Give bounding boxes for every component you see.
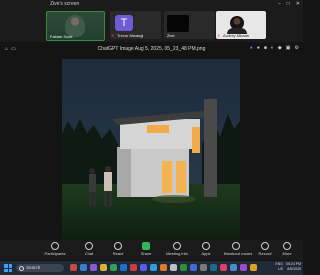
teams-icon[interactable] [140,264,147,271]
app-icon[interactable] [220,264,227,271]
meeting-toolbar: Participants Chat React Share Meeting in… [0,240,303,260]
app-icon[interactable] [180,264,187,271]
share-icon [142,242,150,250]
sync-icon[interactable]: ◐ [271,45,274,51]
meeting-info-button[interactable]: Meeting info [165,241,189,257]
folder-icon[interactable] [100,264,107,271]
language-indicator[interactable]: ENG US [275,262,283,272]
app-icon[interactable] [240,264,247,271]
chat-icon [85,242,93,250]
share-right-tools: ● ● ■ ◐ ◆ ▣ ⚙ [250,45,299,51]
meeting-info-label: Meeting info [166,251,188,256]
react-label: React [112,251,124,256]
more-icon [283,242,291,250]
browser-icon[interactable] [120,264,127,271]
windows-taskbar: Search ENG US 05:24 PM 8/5/2025 [0,261,303,275]
shield-icon[interactable]: ● [250,45,253,51]
mic-muted-icon: ✕ [111,33,115,38]
system-clock[interactable]: 05:24 PM 8/5/2025 [286,262,301,272]
more-label: More [282,251,292,256]
avatar: T [115,15,133,31]
share-label: Share [140,251,152,256]
info-icon [173,242,181,250]
app-icon[interactable] [80,264,87,271]
participant-tile[interactable]: Fabian Scott [46,11,105,41]
share-button[interactable]: Share [134,241,158,257]
breakout-rooms-label: Breakout rooms [224,251,253,256]
apps-icon [202,242,210,250]
participant-name: Zive [167,33,175,38]
chat-label: Chat [84,251,94,256]
chat-icon[interactable]: ▣ [286,45,291,51]
search-placeholder: Search [26,265,41,270]
participants-button[interactable]: Participants [43,241,67,257]
participant-tile[interactable]: T ✕ Trevor Mwangi [110,11,161,39]
app-icon[interactable] [160,264,167,271]
app-icon[interactable] [190,264,197,271]
app-icon[interactable] [150,264,157,271]
mic-icon[interactable]: ● [257,45,260,51]
start-button[interactable] [4,264,12,272]
apps-button[interactable]: Apps [194,241,218,257]
app-icon[interactable] [250,264,257,271]
participants-icon [51,242,59,250]
app-icon[interactable] [210,264,217,271]
taskbar-search[interactable]: Search [16,264,64,272]
title-row: Zive's screen – □ ✕ [0,0,303,9]
participant-name: Fabian Scott [50,34,73,39]
app-icon[interactable] [170,264,177,271]
react-button[interactable]: React [106,241,130,257]
participant-tile[interactable]: ✕ Audrey Mbaah [216,11,266,39]
video-icon[interactable]: ■ [264,45,267,51]
minimize-button[interactable]: – [278,1,281,7]
app-icon[interactable] [200,264,207,271]
window-title: Zive's screen [50,1,80,7]
people-icon[interactable]: ◆ [278,45,282,51]
mic-muted-icon: ✕ [217,33,221,38]
participant-tile[interactable]: Zive [164,11,215,39]
app-icon[interactable] [70,264,77,271]
window-controls: – □ ✕ [278,1,300,7]
settings-icon[interactable]: ⚙ [295,45,299,51]
app-icon[interactable] [130,264,137,271]
apps-label: Apps [201,251,211,256]
shared-screen-image [62,59,240,241]
breakout-rooms-button[interactable]: Breakout rooms [224,241,252,257]
record-label: Record [258,251,272,256]
participant-video [167,15,189,32]
search-icon [19,266,24,271]
participant-name: Trevor Mwangi [117,33,144,38]
app-icon[interactable] [230,264,237,271]
participant-name: Audrey Mbaah [223,33,250,38]
record-button[interactable]: Record [253,241,277,257]
chat-button[interactable]: Chat [77,241,101,257]
breakout-icon [232,242,240,250]
app-icon[interactable] [90,264,97,271]
react-icon [114,242,122,250]
record-icon [261,242,269,250]
app-icon[interactable] [110,264,117,271]
more-button[interactable]: More [277,241,297,257]
clock-date: 8/5/2025 [287,267,301,271]
meeting-top-bar: Zive's screen – □ ✕ Fabian Scott T ✕ Tre… [0,0,303,42]
participants-label: Participants [44,251,66,256]
close-button[interactable]: ✕ [296,1,300,7]
share-header: ⌂ ▭ ChatGPT Image Aug 5, 2025, 05_23_48 … [0,44,303,54]
house-night-illustration [62,59,240,241]
maximize-button[interactable]: □ [287,1,290,7]
